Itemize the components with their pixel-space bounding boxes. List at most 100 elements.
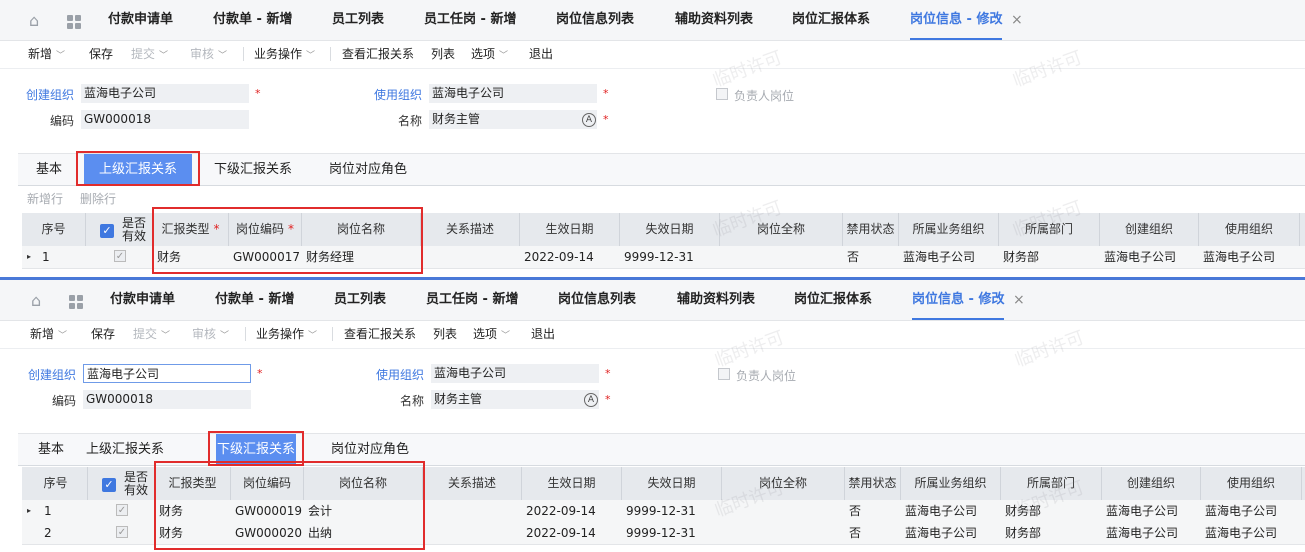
column-header-6[interactable]: 生效日期 xyxy=(522,467,622,500)
tab-2[interactable]: 员工列表 xyxy=(332,0,384,40)
tab-bar: ⌂ 付款申请单 付款单 - 新增 员工列表 员工任岗 - 新增 岗位信息列表 辅助资料列表岗… xyxy=(0,0,1305,41)
column-header-label: 使用组织 xyxy=(1226,476,1275,490)
toolbar-business-button[interactable]: 业务操作 ﹀ xyxy=(254,40,315,68)
tab-0[interactable]: 付款申请单 xyxy=(108,0,173,40)
cell-create-org: 蓝海电子公司 xyxy=(1106,504,1179,518)
required-mark: * xyxy=(605,393,611,406)
column-header-10[interactable]: 所属业务组织 xyxy=(901,467,1001,500)
column-header-7[interactable]: 失效日期 xyxy=(620,213,720,246)
toolbar-options-button[interactable]: 选项 ﹀ xyxy=(471,40,508,68)
toolbar-submit-button[interactable]: 提交 ﹀ xyxy=(131,40,168,68)
toolbar-new-button[interactable]: 新增 ﹀ xyxy=(28,40,65,68)
chevron-down-icon: ﹀ xyxy=(161,331,171,341)
use-org-field[interactable]: 蓝海电子公司 xyxy=(429,84,597,103)
tab-3[interactable]: 员工任岗 - 新增 xyxy=(426,280,518,320)
column-header-10[interactable]: 所属业务组织 xyxy=(899,213,999,246)
home-icon[interactable]: ⌂ xyxy=(29,13,45,29)
create-org-label: 创建组织 xyxy=(26,88,75,102)
column-header-12[interactable]: 创建组织 xyxy=(1100,213,1199,246)
tab-4[interactable]: 岗位信息列表 xyxy=(556,0,634,40)
column-header-0[interactable]: 序号 xyxy=(22,213,86,246)
tab-1[interactable]: 付款单 - 新增 xyxy=(215,280,294,320)
cell-start: 2022-09-14 xyxy=(524,250,594,264)
toolbar-audit-button[interactable]: 审核 ﹀ xyxy=(190,40,227,68)
tab-2[interactable]: 员工列表 xyxy=(334,280,386,320)
chevron-down-icon: ﹀ xyxy=(501,331,511,341)
create-org-field[interactable]: 蓝海电子公司 xyxy=(83,364,251,383)
home-icon[interactable]: ⌂ xyxy=(31,293,47,309)
toolbar-options-button[interactable]: 选项 ﹀ xyxy=(473,320,510,348)
toolbar-new-label: 新增 xyxy=(30,327,55,341)
code-label: 编码 xyxy=(50,114,75,128)
code-field[interactable]: GW000018 xyxy=(81,110,249,129)
toolbar-exit-button[interactable]: 退出 xyxy=(529,40,553,68)
column-header-0[interactable]: 序号 xyxy=(24,467,88,500)
toolbar-view-report-button[interactable]: 查看汇报关系 xyxy=(342,40,414,68)
select-all-checkbox[interactable]: ✓ xyxy=(100,224,114,238)
tab-1[interactable]: 付款单 - 新增 xyxy=(213,0,292,40)
toolbar-divider xyxy=(243,47,244,61)
valid-checkbox[interactable]: ✓ xyxy=(116,526,128,538)
toolbar-exit-button[interactable]: 退出 xyxy=(531,320,555,348)
tab-0[interactable]: 付款申请单 xyxy=(110,280,175,320)
column-header-1[interactable]: ✓ 是否 有效 xyxy=(88,467,155,500)
toolbar-save-button[interactable]: 保存 xyxy=(89,40,113,68)
chevron-down-icon: ﹀ xyxy=(306,51,316,61)
multilang-icon[interactable]: A xyxy=(584,393,598,407)
column-header-12[interactable]: 创建组织 xyxy=(1102,467,1201,500)
valid-checkbox[interactable]: ✓ xyxy=(116,504,128,516)
column-header-9[interactable]: 禁用状态 xyxy=(843,213,899,246)
toolbar-submit-button[interactable]: 提交 ﹀ xyxy=(133,320,170,348)
subtab-3[interactable]: 岗位对应角色 xyxy=(329,154,407,185)
use-org-field[interactable]: 蓝海电子公司 xyxy=(431,364,599,383)
subtab-0[interactable]: 基本 xyxy=(38,434,64,465)
name-field[interactable]: 财务主管 xyxy=(429,110,597,129)
toolbar-options-label: 选项 xyxy=(473,327,498,341)
select-all-checkbox[interactable]: ✓ xyxy=(102,478,116,492)
toolbar-view-report-button[interactable]: 查看汇报关系 xyxy=(344,320,416,348)
delete-row-button[interactable]: 删除行 xyxy=(80,190,116,207)
create-org-field[interactable]: 蓝海电子公司 xyxy=(81,84,249,103)
column-header-6[interactable]: 生效日期 xyxy=(520,213,620,246)
app-grid-cell xyxy=(67,23,73,29)
tab-5[interactable]: 辅助资料列表 xyxy=(675,0,753,40)
toolbar-audit-button[interactable]: 审核 ﹀ xyxy=(192,320,229,348)
toolbar-list-button[interactable]: 列表 xyxy=(431,40,455,68)
valid-checkbox[interactable]: ✓ xyxy=(114,250,126,262)
chevron-down-icon: ﹀ xyxy=(159,51,169,61)
column-header-13[interactable]: 使用组织 xyxy=(1199,213,1300,246)
tab-5[interactable]: 辅助资料列表 xyxy=(677,280,755,320)
tab-close-icon[interactable]: × xyxy=(1013,280,1025,320)
column-header-9[interactable]: 禁用状态 xyxy=(845,467,901,500)
column-header-7[interactable]: 失效日期 xyxy=(622,467,722,500)
tab-6[interactable]: 岗位汇报体系 xyxy=(794,280,872,320)
toolbar-business-button[interactable]: 业务操作 ﹀ xyxy=(256,320,317,348)
toolbar-save-button[interactable]: 保存 xyxy=(91,320,115,348)
toolbar-new-button[interactable]: 新增 ﹀ xyxy=(30,320,67,348)
tab-close-icon[interactable]: × xyxy=(1011,0,1023,40)
column-header-5[interactable]: 关系描述 xyxy=(421,213,520,246)
column-header-5[interactable]: 关系描述 xyxy=(423,467,522,500)
subtab-0[interactable]: 基本 xyxy=(36,154,62,185)
app-grid-icon[interactable] xyxy=(67,15,81,29)
tab-4[interactable]: 岗位信息列表 xyxy=(558,280,636,320)
use-org-label: 使用组织 xyxy=(376,368,425,382)
code-field[interactable]: GW000018 xyxy=(83,390,251,409)
tab-3[interactable]: 员工任岗 - 新增 xyxy=(424,0,516,40)
subtab-1[interactable]: 上级汇报关系 xyxy=(86,434,164,465)
column-header-13[interactable]: 使用组织 xyxy=(1201,467,1302,500)
multilang-icon[interactable]: A xyxy=(582,113,596,127)
cell-seq: 1 xyxy=(42,250,50,264)
name-field[interactable]: 财务主管 xyxy=(431,390,599,409)
tab-6[interactable]: 岗位汇报体系 xyxy=(792,0,870,40)
tab-7[interactable]: 岗位信息 - 修改 xyxy=(912,280,1005,320)
column-header-1[interactable]: ✓ 是否 有效 xyxy=(86,213,153,246)
tab-7[interactable]: 岗位信息 - 修改 xyxy=(910,0,1003,40)
subtab-2[interactable]: 下级汇报关系 xyxy=(214,154,292,185)
cell-end: 9999-12-31 xyxy=(626,504,696,518)
code-label: 编码 xyxy=(52,394,77,408)
add-row-button[interactable]: 新增行 xyxy=(27,190,63,207)
app-grid-icon[interactable] xyxy=(69,295,83,309)
toolbar-list-button[interactable]: 列表 xyxy=(433,320,457,348)
cell-biz-org: 蓝海电子公司 xyxy=(903,250,976,264)
